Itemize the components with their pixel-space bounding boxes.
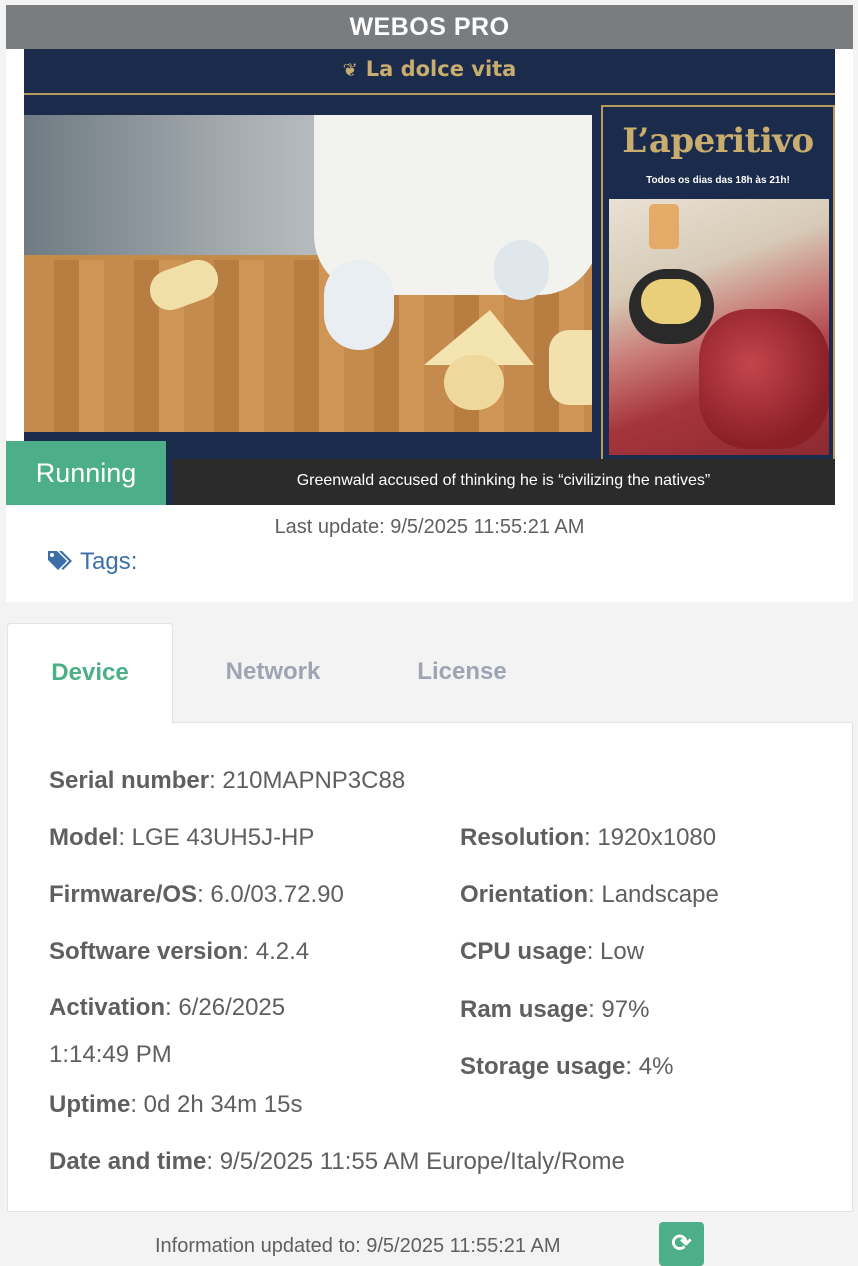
storage-usage: Storage usage: 4%	[460, 1053, 674, 1080]
resolution: Resolution: 1920x1080	[460, 824, 717, 851]
news-ticker: Greenwald accused of thinking he is “civ…	[172, 459, 835, 505]
aperitivo-poster: L’aperitivo Todos os dias das 18h às 21h…	[601, 105, 835, 461]
device-panel: Serial number: 210MAPNP3C88 Model: LGE 4…	[7, 722, 853, 1212]
signage-topbar: ❦ La dolce vita	[24, 49, 835, 95]
screenshot-card: ❦ La dolce vita L’aperitivo Todos os dias…	[6, 49, 853, 602]
tab-device[interactable]: Device	[7, 623, 173, 724]
info-updated: Information updated to: 9/5/2025 11:55:2…	[155, 1235, 561, 1257]
screen-preview[interactable]: ❦ La dolce vita L’aperitivo Todos os dias…	[24, 49, 835, 505]
date-and-time: Date and time: 9/5/2025 11:55 AM Europe/…	[49, 1148, 625, 1175]
ram-usage: Ram usage: 97%	[460, 996, 650, 1023]
status-badge: Running	[6, 441, 166, 505]
poster-title: L’aperitivo	[622, 121, 814, 161]
signage-brand: ❦ La dolce vita	[24, 57, 835, 81]
software-version: Software version: 4.2.4	[49, 938, 310, 965]
brand-text: La dolce vita	[365, 57, 517, 81]
poster-subtitle: Todos os dias das 18h às 21h!	[646, 175, 790, 186]
leaf-icon: ❦	[342, 60, 358, 81]
tab-network[interactable]: Network	[193, 623, 353, 723]
device-title: WEBOS PRO	[6, 5, 853, 49]
tags-label: Tags:	[80, 548, 138, 575]
serial-number: Serial number: 210MAPNP3C88	[49, 767, 406, 794]
baker-photo	[24, 115, 592, 432]
cpu-usage: CPU usage: Low	[460, 938, 645, 965]
ticker-text: Greenwald accused of thinking he is “civ…	[296, 472, 711, 489]
firmware-os: Firmware/OS: 6.0/03.72.90	[49, 881, 344, 908]
tag-icon	[46, 549, 74, 578]
orientation: Orientation: Landscape	[460, 881, 719, 908]
info-tabs: Device Network License	[7, 623, 853, 724]
refresh-button[interactable]: ⟳	[659, 1222, 704, 1266]
activation: Activation: 6/26/2025 1:14:49 PM	[49, 994, 286, 1068]
food-photo	[609, 199, 829, 455]
tab-license[interactable]: License	[377, 623, 547, 723]
last-update: Last update: 9/5/2025 11:55:21 AM	[274, 516, 585, 538]
tags-link[interactable]: Tags:	[46, 548, 137, 578]
uptime: Uptime: 0d 2h 34m 15s	[49, 1091, 303, 1118]
model: Model: LGE 43UH5J-HP	[49, 824, 315, 851]
refresh-icon: ⟳	[671, 1230, 692, 1257]
